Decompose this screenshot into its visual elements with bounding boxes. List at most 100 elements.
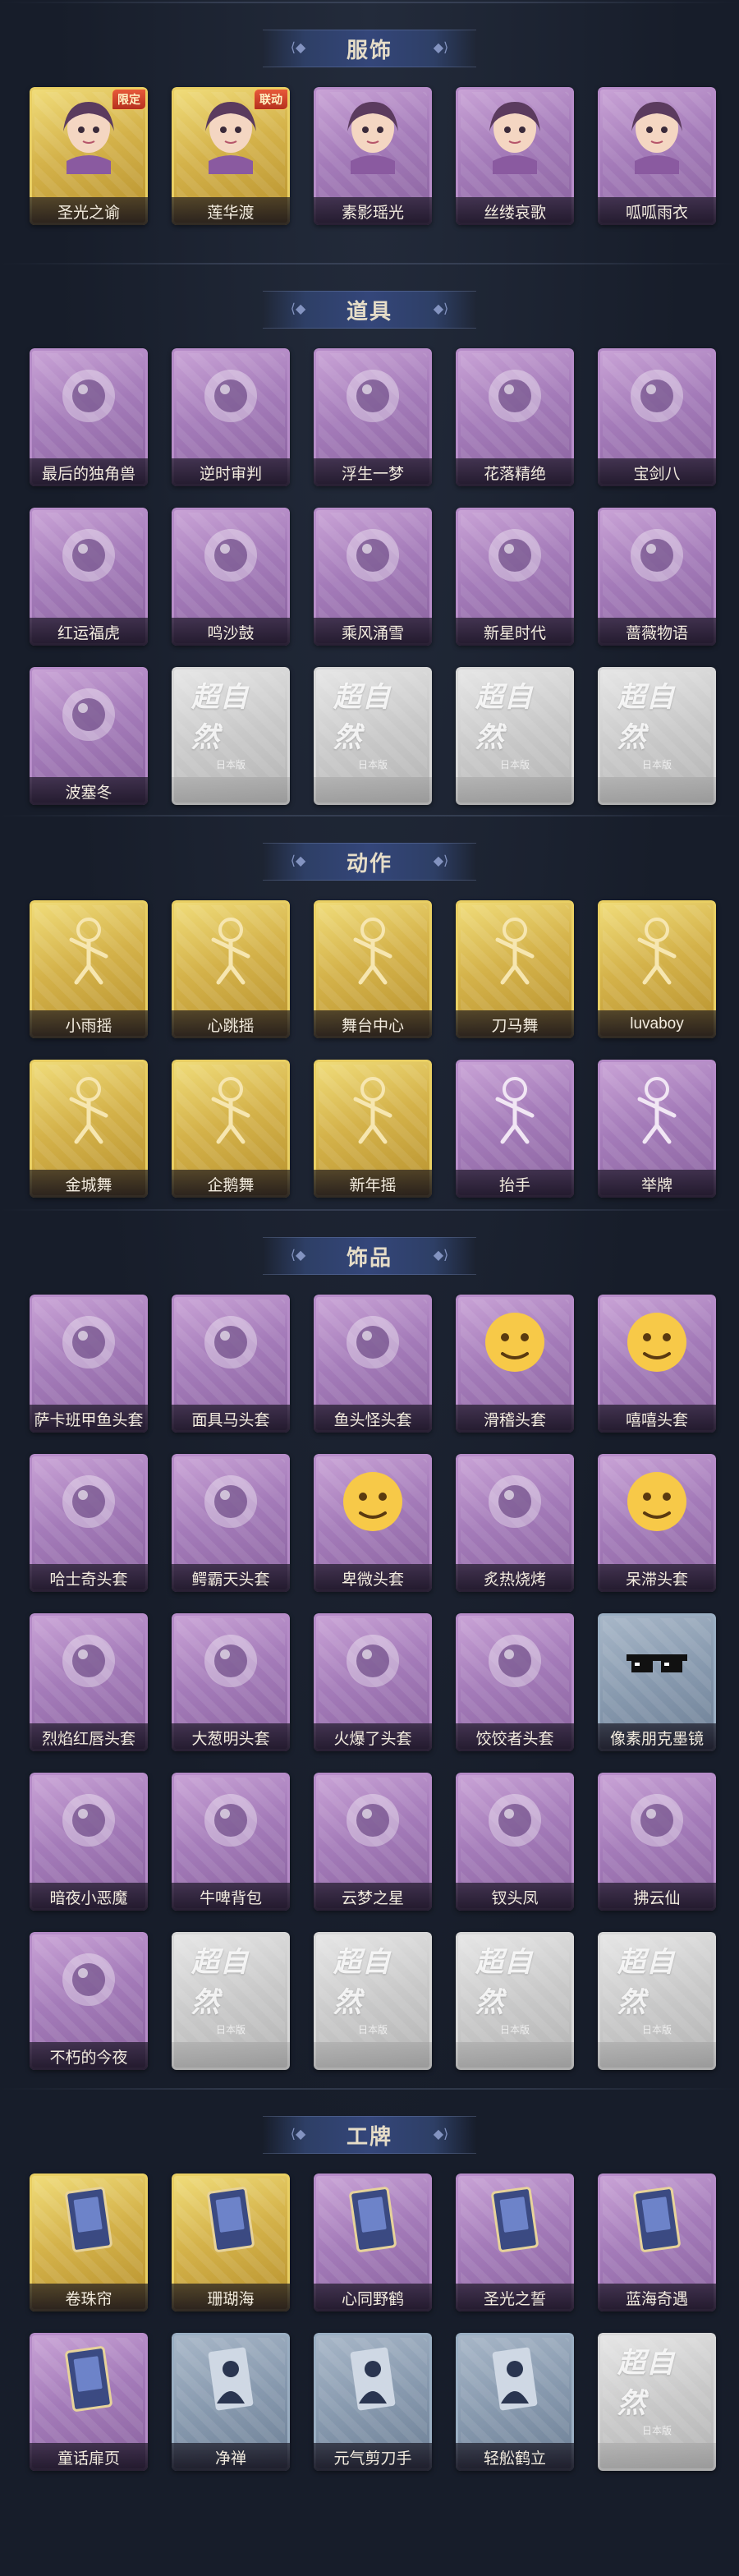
item-card[interactable]: 卷珠帘 [30, 2174, 148, 2312]
dumpling-head-icon [475, 1622, 554, 1700]
item-card[interactable]: 钗头凤 [456, 1773, 574, 1911]
item-card[interactable]: 素影瑶光 [314, 87, 432, 225]
item-card[interactable]: 联动 莲华渡 [172, 87, 290, 225]
empty-item-card[interactable]: 超自然 日本版 [456, 667, 574, 805]
item-card[interactable]: 大葱明头套 [172, 1613, 290, 1751]
empty-item-card[interactable]: 超自然 日本版 [314, 1932, 432, 2070]
item-label: 童话扉页 [30, 2443, 148, 2471]
item-card[interactable]: 小雨摇 [30, 900, 148, 1038]
item-card[interactable]: 最后的独角兽 [30, 348, 148, 486]
item-card[interactable]: 珊瑚海 [172, 2174, 290, 2312]
item-card[interactable]: 金城舞 [30, 1060, 148, 1198]
item-label: 卑微头套 [314, 1564, 432, 1592]
placeholder-logo-icon: 超自然 [475, 682, 533, 753]
section-header: ⟨◆ 服饰 ◆⟩ [263, 30, 476, 67]
item-card[interactable]: 红运福虎 [30, 508, 148, 646]
item-label: 刀马舞 [456, 1010, 574, 1038]
item-card[interactable]: 轻舩鹤立 [456, 2333, 574, 2471]
empty-item-card[interactable]: 超自然 日本版 [598, 667, 716, 805]
item-card[interactable]: luvaboy [598, 900, 716, 1038]
item-card[interactable]: 童话扉页 [30, 2333, 148, 2471]
pixel-sunglasses-icon [617, 1622, 696, 1700]
item-card[interactable]: 火爆了头套 [314, 1613, 432, 1751]
ornament-right-icon: ◆⟩ [433, 1249, 449, 1263]
item-card[interactable]: 云梦之星 [314, 1773, 432, 1911]
item-card[interactable]: 浮生一梦 [314, 348, 432, 486]
item-card[interactable]: 心跳摇 [172, 900, 290, 1038]
phoenix-hairpin-icon [475, 1781, 554, 1860]
item-card[interactable]: 限定 圣光之谕 [30, 87, 148, 225]
item-card[interactable]: 拂云仙 [598, 1773, 716, 1911]
item-card[interactable]: 鱼头怪头套 [314, 1295, 432, 1433]
item-card[interactable]: 呆滞头套 [598, 1454, 716, 1592]
item-label: 蓝海奇遇 [598, 2284, 716, 2312]
empty-item-card[interactable]: 超自然 日本版 [172, 667, 290, 805]
item-card[interactable]: 新年摇 [314, 1060, 432, 1198]
item-card[interactable]: 鳄霸天头套 [172, 1454, 290, 1592]
item-label: 心同野鹤 [314, 2284, 432, 2312]
item-card[interactable]: 卑微头套 [314, 1454, 432, 1592]
item-label: 轻舩鹤立 [456, 2443, 574, 2471]
item-card[interactable]: 牛啤背包 [172, 1773, 290, 1911]
item-card[interactable]: 面具马头套 [172, 1295, 290, 1433]
item-card[interactable]: 宝剑八 [598, 348, 716, 486]
item-card[interactable]: 刀马舞 [456, 900, 574, 1038]
item-card[interactable]: 乘风涌雪 [314, 508, 432, 646]
item-card[interactable]: 波塞冬 [30, 667, 148, 805]
item-card[interactable]: 蔷薇物语 [598, 508, 716, 646]
item-card[interactable]: 炙热烧烤 [456, 1454, 574, 1592]
section-header: ⟨◆ 道具 ◆⟩ [263, 291, 476, 329]
item-card[interactable]: 丝缕哀歌 [456, 87, 574, 225]
item-card[interactable]: 举牌 [598, 1060, 716, 1198]
item-label: 火爆了头套 [314, 1723, 432, 1751]
item-card[interactable]: 不朽的今夜 [30, 1932, 148, 2070]
item-label: 净禅 [172, 2443, 290, 2471]
item-card[interactable]: 企鹅舞 [172, 1060, 290, 1198]
placeholder-logo-icon: 超自然 [191, 682, 249, 753]
ornament-right-icon: ◆⟩ [433, 854, 449, 868]
item-card[interactable]: 鸣沙鼓 [172, 508, 290, 646]
empty-item-card[interactable]: 超自然 日本版 [456, 1932, 574, 2070]
badge-card-icon [333, 2182, 412, 2261]
item-card[interactable]: 新星时代 [456, 508, 574, 646]
item-card[interactable]: 像素朋克墨镜 [598, 1613, 716, 1751]
item-label [456, 2042, 574, 2070]
item-label: 牛啤背包 [172, 1883, 290, 1911]
item-card[interactable]: 哈士奇头套 [30, 1454, 148, 1592]
item-card[interactable]: 舞台中心 [314, 900, 432, 1038]
item-card[interactable]: 烈焰红唇头套 [30, 1613, 148, 1751]
item-label: 莲华渡 [172, 197, 290, 225]
fish-monster-icon [333, 1303, 412, 1382]
item-card[interactable]: 元气剪刀手 [314, 2333, 432, 2471]
item-label [172, 2042, 290, 2070]
item-card[interactable]: 嘻嘻头套 [598, 1295, 716, 1433]
placeholder-subtext: 日本版 [357, 2024, 388, 2036]
item-card[interactable]: 暗夜小恶魔 [30, 1773, 148, 1911]
character-portrait-icon [617, 95, 696, 174]
tiger-icon [49, 516, 128, 595]
item-card[interactable]: 心同野鹤 [314, 2174, 432, 2312]
item-card[interactable]: 萨卡班甲鱼头套 [30, 1295, 148, 1433]
item-label: 滑稽头套 [456, 1405, 574, 1433]
empty-item-card[interactable]: 超自然 日本版 [314, 667, 432, 805]
item-label [598, 777, 716, 805]
empty-item-card[interactable]: 超自然 日本版 [598, 1932, 716, 2070]
item-card[interactable]: 抬手 [456, 1060, 574, 1198]
emoji-face-icon [475, 1303, 554, 1382]
ornament-left-icon: ⟨◆ [290, 854, 306, 868]
empty-item-card[interactable]: 超自然 日本版 [598, 2333, 716, 2471]
empty-item-card[interactable]: 超自然 日本版 [172, 1932, 290, 2070]
item-label [598, 2443, 716, 2471]
item-card[interactable]: 逆时审判 [172, 348, 290, 486]
item-card[interactable]: 蓝海奇遇 [598, 2174, 716, 2312]
item-card[interactable]: 饺饺者头套 [456, 1613, 574, 1751]
item-label: 乘风涌雪 [314, 618, 432, 646]
item-card[interactable]: 圣光之誓 [456, 2174, 574, 2312]
emote-pose-icon [475, 1068, 554, 1147]
item-card[interactable]: 滑稽头套 [456, 1295, 574, 1433]
item-card[interactable]: 呱呱雨衣 [598, 87, 716, 225]
item-card[interactable]: 花落精绝 [456, 348, 574, 486]
item-card[interactable]: 净禅 [172, 2333, 290, 2471]
emote-pose-icon [49, 908, 128, 987]
section-title: 工牌 [346, 2123, 392, 2149]
